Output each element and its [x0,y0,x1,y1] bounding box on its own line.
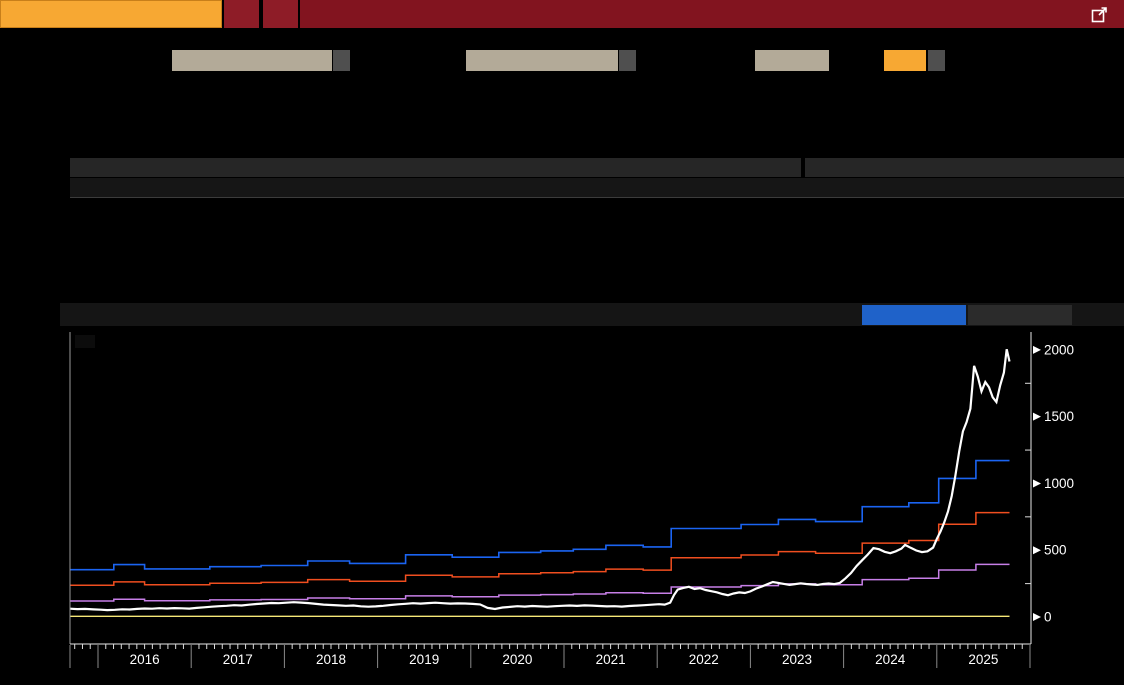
x-year-label: 2023 [782,652,812,667]
x-year-label: 2021 [596,652,626,667]
x-year-label: 2020 [502,652,532,667]
comp-source-select[interactable] [172,50,332,71]
series-band-7.7x [70,511,1010,587]
filter-controls [0,50,1124,72]
x-year-label: 2022 [689,652,719,667]
price-bands-bar [60,303,1124,326]
y-tick-arrow [1033,479,1041,488]
export-button[interactable] [222,0,261,28]
y-tick-label: 1500 [1044,409,1074,424]
y-tick-label: 500 [1044,543,1067,558]
x-year-label: 2018 [316,652,346,667]
y-tick-arrow [1033,345,1041,354]
table-view-button[interactable] [968,304,1072,325]
y-tick-label: 0 [1044,610,1052,625]
settings-button[interactable] [261,0,300,28]
x-year-label: 2019 [409,652,439,667]
currency-select[interactable] [884,50,926,71]
price-bands-chart: 0 500 1000 1500 2000 2016 2017 2018 2019 2020 2021… [0,327,1124,685]
x-year-label: 2025 [968,652,998,667]
y-tick-arrow [1033,613,1041,621]
chevron-down-icon[interactable] [333,50,350,71]
chart-table-toggle [862,304,1072,325]
top-command-bar [0,0,1124,28]
left-section-header [70,158,801,177]
mkt-cap-input[interactable] [755,50,829,71]
open-external-icon[interactable] [1091,6,1108,23]
right-column-headers [805,178,1124,198]
y-tick-label: 2000 [1044,342,1074,357]
y-tick-arrow [1033,546,1041,555]
y-tick-label: 1000 [1044,476,1074,491]
x-year-label: 2024 [875,652,906,667]
y-tick-arrow [1033,412,1041,421]
chevron-down-icon[interactable] [619,50,636,71]
series-layer [69,348,1011,617]
chart-canvas[interactable]: 0 500 1000 1500 2000 2016 2017 2018 2019 2020 2021… [0,327,1124,685]
chart-legend [75,335,95,348]
left-column-headers [70,178,805,198]
chevron-down-icon[interactable] [928,50,945,71]
chart-view-button[interactable] [862,304,966,325]
series-actual-price [69,348,1011,612]
ticker-input[interactable] [0,0,222,28]
equity-relative-valuation-screen: 0 500 1000 1500 2000 2016 2017 2018 2019 2020 2021… [0,0,1124,685]
right-section-header [805,158,1124,177]
x-year-label: 2016 [130,652,160,667]
region-select[interactable] [466,50,618,71]
x-year-label: 2017 [223,652,253,667]
screen-title-area [1091,0,1124,28]
